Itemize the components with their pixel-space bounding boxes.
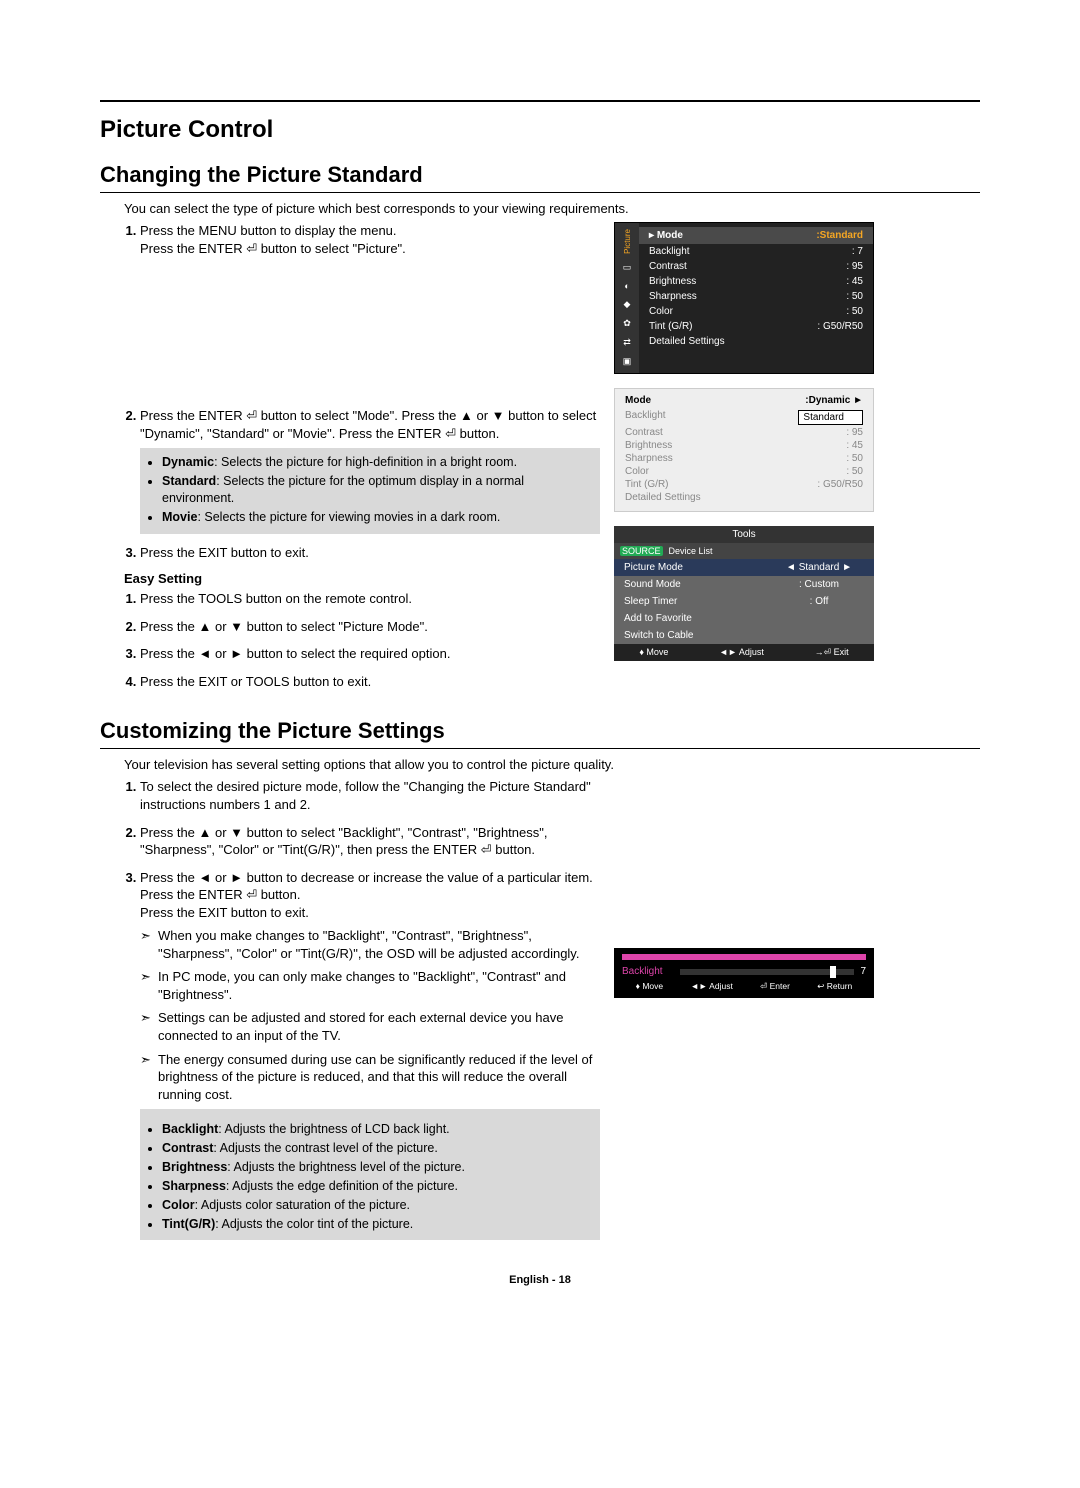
- osd-picture-menu: Picture ▭ ◐ ◆ ✿ ⇄ ▣ ▸ Mode:Standard Back…: [614, 222, 874, 374]
- mode-descriptions: Dynamic: Selects the picture for high-de…: [140, 448, 600, 534]
- easy-setting-heading: Easy Setting: [124, 571, 600, 586]
- easy-step-2: Press the ▲ or ▼ button to select "Pictu…: [140, 618, 600, 636]
- osd-tools-menu: Tools SOURCEDevice List Picture Mode◄ St…: [614, 526, 874, 661]
- c-step-1: To select the desired picture mode, foll…: [140, 778, 600, 813]
- step-2: Press the ENTER ⏎ button to select "Mode…: [140, 407, 600, 534]
- sound-icon: ◐: [624, 281, 629, 291]
- intro-text-2: Your television has several setting opti…: [124, 757, 980, 772]
- tv-icon: ▭: [623, 262, 632, 273]
- step-1: Press the MENU button to display the men…: [140, 222, 600, 397]
- easy-step-4: Press the EXIT or TOOLS button to exit.: [140, 673, 600, 691]
- intro-text: You can select the type of picture which…: [124, 201, 980, 216]
- app-icon: ▣: [623, 356, 632, 367]
- c-step-3: Press the ◄ or ► button to decrease or i…: [140, 869, 600, 1241]
- page-title-1: Picture Control: [100, 116, 980, 144]
- osd-backlight-slider: Backlight 7 ♦ Move ◄► Adjust ⏎ Enter ↩ R…: [614, 948, 874, 998]
- page-title-2: Changing the Picture Standard: [100, 162, 980, 193]
- page-footer: English - 18: [100, 1274, 980, 1286]
- input-icon: ⇄: [623, 337, 631, 348]
- c-step-2: Press the ▲ or ▼ button to select "Backl…: [140, 824, 600, 859]
- osd-mode-select: Mode:Dynamic ► BacklightStandard Contras…: [614, 388, 874, 512]
- easy-step-3: Press the ◄ or ► button to select the re…: [140, 645, 600, 663]
- channel-icon: ◆: [624, 299, 631, 310]
- easy-step-1: Press the TOOLS button on the remote con…: [140, 590, 600, 608]
- page-title-3: Customizing the Picture Settings: [100, 718, 980, 749]
- setting-definitions: Backlight: Adjusts the brightness of LCD…: [140, 1109, 600, 1240]
- step-3: Press the EXIT button to exit.: [140, 544, 600, 562]
- setup-icon: ✿: [623, 318, 631, 329]
